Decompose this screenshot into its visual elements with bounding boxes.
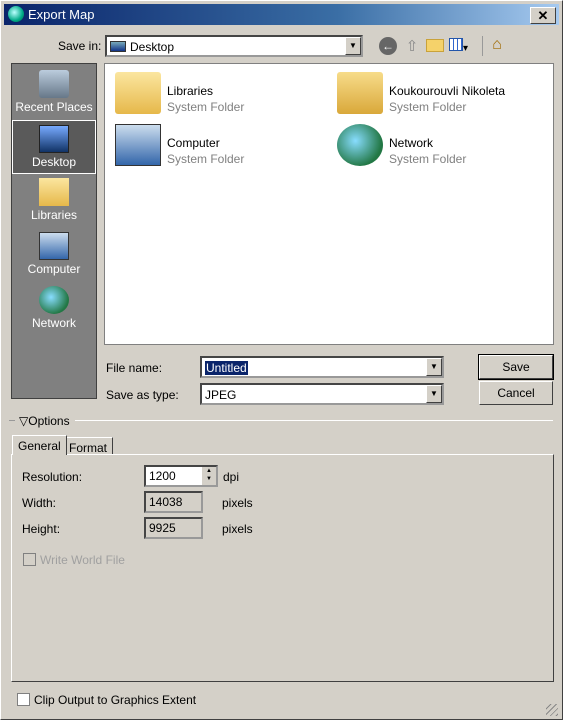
options-label: Options — [28, 414, 70, 428]
save-button[interactable]: Save — [478, 354, 554, 380]
resize-grip-icon[interactable] — [546, 704, 558, 716]
height-label: Height: — [22, 522, 61, 536]
file-item-network[interactable]: Network System Folder — [331, 122, 551, 166]
file-name: Computer — [167, 136, 220, 150]
divider — [9, 420, 15, 421]
place-network[interactable]: Network — [12, 282, 96, 336]
views-menu-icon[interactable]: ▾ — [449, 38, 473, 56]
place-label: Libraries — [30, 208, 78, 222]
width-label: Width: — [22, 496, 57, 510]
chevron-down-icon[interactable]: ▼ — [426, 358, 442, 376]
title-bar: Export Map ✕ — [4, 4, 559, 25]
place-recent-places[interactable]: Recent Places — [12, 66, 96, 120]
width-field: 14038 — [144, 491, 203, 513]
tab-format[interactable]: Format — [63, 437, 114, 455]
file-type: System Folder — [167, 152, 245, 166]
file-name-label: File name: — [106, 361, 163, 375]
save-as-type-dropdown[interactable]: JPEG ▼ — [200, 383, 444, 405]
file-name: Network — [389, 136, 434, 150]
file-name-input[interactable]: Untitled ▼ — [200, 356, 444, 378]
place-computer[interactable]: Computer — [12, 228, 96, 282]
tab-general[interactable]: General — [12, 435, 67, 455]
file-type: System Folder — [389, 152, 467, 166]
width-unit: pixels — [222, 496, 253, 510]
file-name: Koukourouvli Nikoleta — [389, 84, 506, 98]
back-icon[interactable]: ← — [379, 37, 397, 55]
up-folder-icon[interactable]: ⇧ — [403, 37, 421, 55]
place-label: Desktop — [31, 155, 77, 169]
options-divider — [75, 420, 553, 421]
save-in-label: Save in: — [58, 39, 102, 53]
write-world-file-label: Write World File — [40, 553, 125, 567]
write-world-file-checkbox[interactable] — [23, 553, 36, 566]
file-item-user[interactable]: Koukourouvli Nikoleta System Folder — [331, 70, 551, 114]
file-type: System Folder — [167, 100, 245, 114]
close-button[interactable]: ✕ — [530, 7, 556, 24]
spinner-arrows-icon[interactable]: ▲ ▼ — [202, 467, 216, 485]
toolbar-separator — [482, 36, 483, 56]
chevron-down-icon[interactable]: ▼ — [426, 385, 442, 403]
app-icon — [8, 6, 24, 22]
clip-output-checkbox[interactable] — [17, 693, 30, 706]
libraries-folder-icon — [115, 72, 161, 114]
export-map-dialog: Export Map ✕ Save in: Desktop ▼ ← ⇧ ▾ ⌂ … — [0, 0, 563, 720]
places-bar: Recent Places Desktop Libraries Computer… — [11, 63, 97, 399]
height-unit: pixels — [222, 522, 253, 536]
save-as-type-label: Save as type: — [106, 388, 179, 402]
user-folder-icon — [337, 72, 383, 114]
file-item-libraries[interactable]: Libraries System Folder — [109, 70, 329, 114]
desktop-icon — [110, 41, 126, 52]
computer-icon — [39, 232, 69, 260]
file-list: Libraries System Folder Koukourouvli Niko… — [104, 63, 554, 345]
place-label: Computer — [27, 262, 81, 276]
new-folder-icon[interactable] — [426, 39, 444, 52]
place-libraries[interactable]: Libraries — [12, 174, 96, 228]
place-label: Recent Places — [15, 100, 93, 114]
file-type: System Folder — [389, 100, 467, 114]
resolution-spinner[interactable]: 1200 ▲ ▼ — [144, 465, 218, 487]
computer-icon — [115, 124, 161, 166]
place-label: Network — [31, 316, 76, 330]
recent-places-icon — [39, 70, 69, 98]
resolution-label: Resolution: — [22, 470, 83, 484]
place-desktop[interactable]: Desktop — [12, 120, 96, 174]
options-toggle[interactable]: ▽Options — [19, 414, 70, 428]
network-icon — [337, 124, 383, 166]
general-tab-panel: Resolution: 1200 ▲ ▼ dpi Width: 14038 pixe… — [11, 454, 554, 682]
height-field: 9925 — [144, 517, 203, 539]
network-icon — [39, 286, 69, 314]
triangle-down-icon: ▽ — [19, 414, 29, 428]
save-in-dropdown[interactable]: Desktop ▼ — [105, 35, 363, 57]
desktop-icon — [39, 125, 69, 153]
save-in-value: Desktop — [130, 40, 175, 54]
libraries-icon — [39, 178, 69, 206]
home-icon[interactable]: ⌂ — [488, 36, 506, 54]
cancel-button[interactable]: Cancel — [479, 381, 553, 405]
clip-output-label: Clip Output to Graphics Extent — [34, 693, 197, 707]
file-name: Libraries — [167, 84, 214, 98]
file-name-value: Untitled — [205, 361, 248, 375]
resolution-unit: dpi — [223, 470, 240, 484]
chevron-down-icon[interactable]: ▼ — [345, 37, 361, 55]
window-title: Export Map — [28, 7, 95, 22]
resolution-value: 1200 — [149, 469, 176, 483]
save-as-type-value: JPEG — [205, 388, 237, 402]
file-item-computer[interactable]: Computer System Folder — [109, 122, 329, 166]
